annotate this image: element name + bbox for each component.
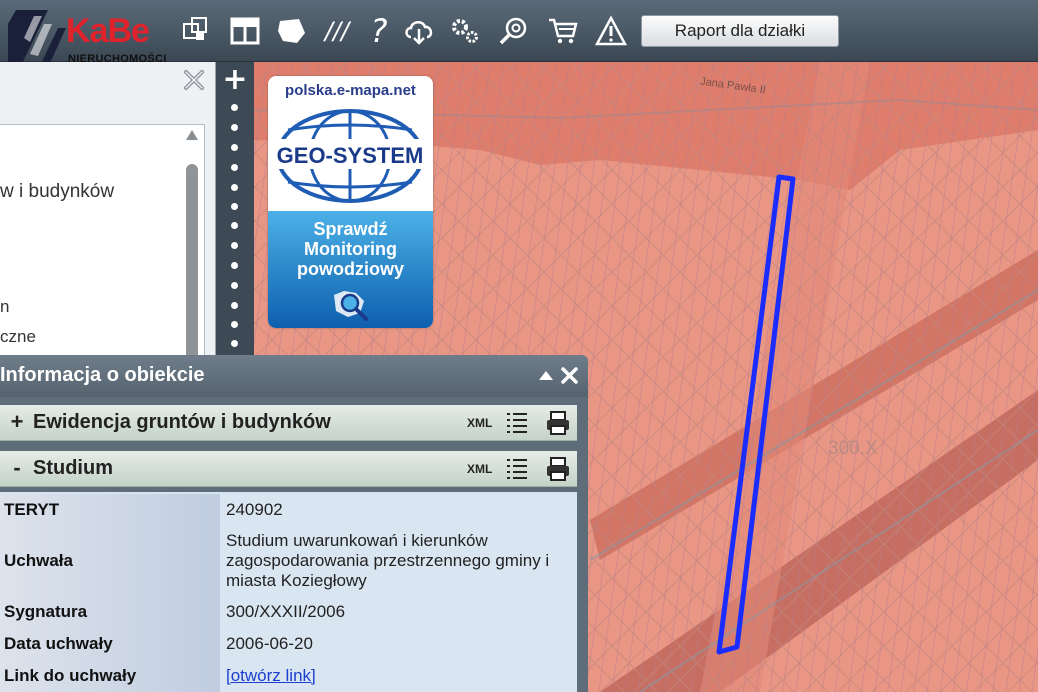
table-row-label: Uchwała [0, 526, 220, 596]
hatch-icon[interactable]: /// [320, 14, 354, 48]
section-ewidencja[interactable]: + Ewidencja gruntów i budynków XML [0, 405, 577, 441]
layers-icon[interactable] [180, 14, 214, 48]
info-panel-header[interactable]: Informacja o obiekcie [0, 355, 588, 397]
print-icon[interactable] [545, 410, 571, 436]
print-icon[interactable] [545, 456, 571, 482]
zoom-level-dot[interactable] [231, 164, 238, 171]
flood-map-magnifier-icon [334, 291, 368, 321]
section-studium[interactable]: - Studium XML [0, 451, 577, 487]
layout-icon[interactable] [228, 14, 262, 48]
zoom-slider[interactable]: + [216, 62, 254, 362]
open-link[interactable]: [otwórz link] [226, 666, 316, 686]
banner-brand-text: GEO-SYSTEM [277, 143, 424, 168]
zoom-level-dot[interactable] [231, 262, 238, 269]
banner-line: Monitoring [304, 239, 397, 259]
raport-button[interactable]: Raport dla działki [641, 15, 839, 47]
section-label[interactable]: Ewidencja gruntów i budynków [33, 411, 331, 434]
zoom-in-button[interactable]: + [216, 65, 254, 95]
shape-icon[interactable] [274, 14, 308, 48]
zoom-level-dot[interactable] [231, 282, 238, 289]
zoom-level-dot[interactable] [231, 124, 238, 131]
table-row-value: [otwórz link] [220, 660, 577, 692]
geo-system-banner[interactable]: polska.e-mapa.net GEO-SYSTEM Sprawdź Mon… [268, 76, 433, 328]
settings-icon[interactable] [448, 14, 482, 48]
cloud-download-icon[interactable] [402, 14, 436, 48]
section-label[interactable]: Studium [33, 457, 113, 480]
table-row-label: TERYT [0, 494, 220, 526]
close-icon[interactable] [561, 367, 578, 384]
help-icon[interactable]: ? [362, 14, 396, 48]
collapse-toggle[interactable]: - [8, 455, 26, 481]
zoom-level-dot[interactable] [231, 302, 238, 309]
list-icon[interactable] [505, 457, 529, 481]
object-info-panel: Informacja o obiekcie + Ewidencja gruntó… [0, 355, 588, 692]
zoom-level-dot[interactable] [231, 104, 238, 111]
scroll-up-arrow-icon[interactable] [186, 130, 198, 140]
collapse-up-icon[interactable] [538, 369, 554, 381]
zoom-level-dot[interactable] [231, 222, 238, 229]
table-row-label: Data uchwały [0, 628, 220, 660]
logo-brand-text: KaBe [66, 12, 150, 50]
table-row-value: 300/XXXII/2006 [220, 596, 577, 628]
layer-item[interactable]: w i budynków [0, 181, 114, 203]
banner-flood-section[interactable]: Sprawdź Monitoring powodziowy [268, 211, 433, 328]
table-row-value: 240902 [220, 494, 577, 526]
zoom-level-dot[interactable] [231, 203, 238, 210]
list-icon[interactable] [505, 411, 529, 435]
zoom-level-dot[interactable] [231, 321, 238, 328]
banner-site-text: polska.e-mapa.net [285, 82, 416, 99]
zoom-level-dot[interactable] [231, 184, 238, 191]
layer-item[interactable]: n [0, 297, 9, 317]
zoom-level-dot[interactable] [231, 144, 238, 151]
table-row-value: 2006-06-20 [220, 628, 577, 660]
expand-toggle[interactable]: + [8, 409, 26, 435]
map-zone-label: 300.X [828, 438, 878, 459]
zoom-level-dot[interactable] [231, 340, 238, 347]
banner-line: Sprawdź [313, 219, 388, 239]
layer-item[interactable]: czne [0, 327, 36, 347]
warning-icon[interactable] [594, 14, 628, 48]
globe-logo-icon: GEO-SYSTEM [274, 109, 427, 203]
table-row-label: Sygnatura [0, 596, 220, 628]
xml-export-button[interactable]: XML [467, 462, 492, 476]
cart-icon[interactable] [546, 14, 580, 48]
search-zoom-icon[interactable] [496, 14, 530, 48]
zoom-level-dot[interactable] [231, 242, 238, 249]
banner-line: powodziowy [297, 259, 404, 279]
xml-export-button[interactable]: XML [467, 416, 492, 430]
table-row-value: Studium uwarunkowań i kierunków zagospod… [220, 526, 577, 596]
close-panel-icon[interactable] [182, 68, 206, 92]
info-panel-title: Informacja o obiekcie [0, 364, 205, 386]
studium-attribute-table: TERYT 240902 Uchwała Studium uwarunkowań… [0, 492, 577, 692]
table-row-label: Link do uchwały [0, 660, 220, 692]
